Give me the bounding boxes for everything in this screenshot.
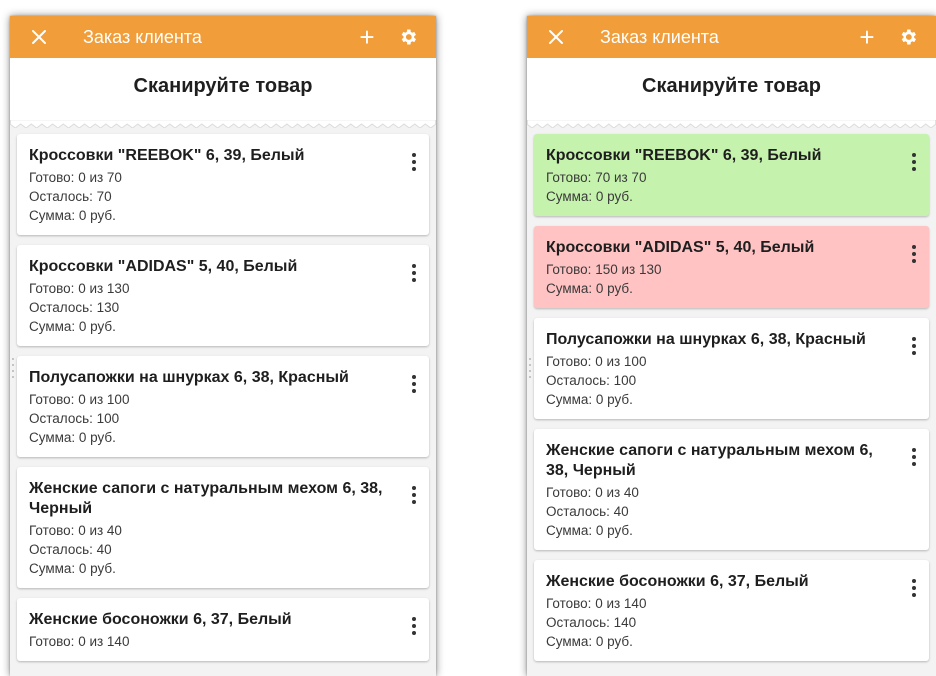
zigzag-edge: [527, 120, 936, 128]
remaining-count: Осталось: 70: [29, 189, 112, 204]
product-card[interactable]: Полусапожки на шнурках 6, 38, Красный Гот…: [17, 356, 429, 457]
drawer-handle[interactable]: [527, 354, 533, 424]
scan-prompt-bar: Сканируйте товар: [527, 58, 936, 128]
zigzag-edge: [10, 120, 436, 128]
more-vert-icon[interactable]: [911, 448, 917, 470]
product-card[interactable]: Кроссовки "REEBOK" 6, 39, Белый Готово: 0…: [17, 134, 429, 235]
phone-screen-after: Заказ клиента + Сканируйте товар Кроссовки …: [527, 16, 936, 676]
app-bar: Заказ клиента +: [10, 16, 436, 58]
close-icon[interactable]: [547, 28, 565, 46]
ready-count: Готово: 150 из 130: [546, 262, 662, 277]
product-card[interactable]: Женские сапоги с натуральным мехом 6, 38…: [534, 429, 929, 550]
sum-amount: Сумма: 0 руб.: [29, 319, 116, 334]
sum-amount: Сумма: 0 руб.: [29, 208, 116, 223]
more-vert-icon[interactable]: [911, 153, 917, 175]
ready-count: Готово: 0 из 140: [546, 596, 647, 611]
remaining-count: Осталось: 100: [546, 373, 637, 388]
product-name: Женские босоножки 6, 37, Белый: [29, 611, 292, 628]
close-icon[interactable]: [30, 28, 48, 46]
product-card[interactable]: Женские сапоги с натуральным мехом 6, 38…: [17, 467, 429, 588]
product-name: Кроссовки "ADIDAS" 5, 40, Белый: [546, 239, 815, 256]
sum-amount: Сумма: 0 руб.: [546, 281, 633, 296]
ready-count: Готово: 0 из 140: [29, 634, 130, 649]
more-vert-icon[interactable]: [411, 153, 417, 175]
ready-count: Готово: 0 из 40: [29, 523, 122, 538]
ready-count: Готово: 0 из 130: [29, 281, 130, 296]
scan-prompt-bar: Сканируйте товар: [10, 58, 436, 128]
remaining-count: Осталось: 40: [546, 504, 629, 519]
add-button[interactable]: +: [854, 24, 880, 50]
product-card[interactable]: Женские босоножки 6, 37, Белый Готово: 0 …: [534, 560, 929, 661]
ready-count: Готово: 0 из 100: [546, 354, 647, 369]
more-vert-icon[interactable]: [411, 375, 417, 397]
product-card[interactable]: Полусапожки на шнурках 6, 38, Красный Гот…: [534, 318, 929, 419]
more-vert-icon[interactable]: [911, 245, 917, 267]
scan-prompt: Сканируйте товар: [642, 74, 821, 97]
screen-title: Заказ клиента: [83, 26, 202, 47]
sum-amount: Сумма: 0 руб.: [546, 189, 633, 204]
more-vert-icon[interactable]: [411, 617, 417, 639]
phone-screen-before: Заказ клиента + Сканируйте товар Кроссовки …: [10, 16, 436, 676]
sum-amount: Сумма: 0 руб.: [546, 634, 633, 649]
product-name: Полусапожки на шнурках 6, 38, Красный: [546, 331, 866, 348]
more-vert-icon[interactable]: [911, 337, 917, 359]
product-name: Полусапожки на шнурках 6, 38, Красный: [29, 369, 349, 386]
sum-amount: Сумма: 0 руб.: [546, 392, 633, 407]
app-bar: Заказ клиента +: [527, 16, 936, 58]
product-card[interactable]: Кроссовки "REEBOK" 6, 39, Белый Готово: 7…: [534, 134, 929, 216]
drawer-handle[interactable]: [10, 354, 16, 424]
gear-icon[interactable]: [398, 27, 418, 47]
product-name: Кроссовки "REEBOK" 6, 39, Белый: [29, 147, 305, 164]
screen-title: Заказ клиента: [600, 26, 719, 47]
ready-count: Готово: 0 из 100: [29, 392, 130, 407]
product-list: Кроссовки "REEBOK" 6, 39, Белый Готово: 7…: [527, 122, 936, 661]
sum-amount: Сумма: 0 руб.: [29, 430, 116, 445]
product-name: Кроссовки "ADIDAS" 5, 40, Белый: [29, 258, 298, 275]
product-name: Кроссовки "REEBOK" 6, 39, Белый: [546, 147, 822, 164]
more-vert-icon[interactable]: [911, 579, 917, 601]
remaining-count: Осталось: 40: [29, 542, 112, 557]
product-card[interactable]: Кроссовки "ADIDAS" 5, 40, Белый Готово: 1…: [534, 226, 929, 308]
more-vert-icon[interactable]: [411, 264, 417, 286]
ready-count: Готово: 70 из 70: [546, 170, 647, 185]
remaining-count: Осталось: 100: [29, 411, 120, 426]
ready-count: Готово: 0 из 40: [546, 485, 639, 500]
remaining-count: Осталось: 130: [29, 300, 120, 315]
product-name: Женские босоножки 6, 37, Белый: [546, 573, 809, 590]
product-card[interactable]: Кроссовки "ADIDAS" 5, 40, Белый Готово: 0…: [17, 245, 429, 346]
remaining-count: Осталось: 140: [546, 615, 637, 630]
product-card[interactable]: Женские босоножки 6, 37, Белый Готово: 0 …: [17, 598, 429, 661]
ready-count: Готово: 0 из 70: [29, 170, 122, 185]
gear-icon[interactable]: [898, 27, 918, 47]
add-button[interactable]: +: [354, 24, 380, 50]
scan-prompt: Сканируйте товар: [133, 74, 313, 97]
sum-amount: Сумма: 0 руб.: [546, 523, 633, 538]
more-vert-icon[interactable]: [411, 486, 417, 508]
product-list: Кроссовки "REEBOK" 6, 39, Белый Готово: 0…: [10, 122, 436, 661]
sum-amount: Сумма: 0 руб.: [29, 561, 116, 576]
product-name: Женские сапоги с натуральным мехом 6, 38…: [29, 480, 383, 517]
product-name: Женские сапоги с натуральным мехом 6, 38…: [546, 442, 873, 479]
